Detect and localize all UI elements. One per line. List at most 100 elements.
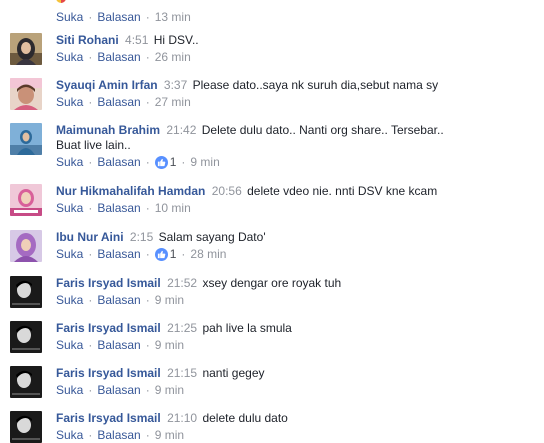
separator: · [145,95,150,109]
comment-timestamp[interactable]: 3:37 [164,78,187,92]
reply-link[interactable]: Balasan [97,10,140,24]
comment-item: Faris Irsyad Ismail 21:52 xsey dengar or… [0,276,544,312]
comment-text-continued: Buat live lain.. [56,138,131,152]
separator: · [181,247,186,261]
like-link[interactable]: Suka [56,95,83,110]
comment-author[interactable]: Faris Irsyad Ismail [56,276,161,290]
comment-item: Nur Hikmahalifah Hamdan 20:56 delete vde… [0,184,544,220]
separator: · [145,50,150,64]
comment-age: 10 min [154,201,191,215]
comment-meta-row: Suka · Balasan · 26 min [56,50,536,65]
comment-age: 9 min [154,293,185,307]
comment-text: Delete dulu dato.. Nanti org share.. Ter… [201,123,444,137]
comment-age: 9 min [154,338,185,352]
avatar[interactable] [10,184,42,216]
separator: · [88,155,93,169]
avatar[interactable] [10,230,42,262]
comment-text: pah live la smula [202,321,292,335]
like-link[interactable]: Suka [56,201,83,216]
comment-text: nanti gegey [202,366,265,380]
comment-item: Faris Irsyad Ismail 21:15 nanti gegey Su… [0,366,544,402]
comment-timestamp[interactable]: 21:42 [166,123,196,137]
comment-timestamp[interactable]: 21:15 [167,366,197,380]
avatar[interactable] [10,321,42,353]
reaction-count[interactable]: 1 [170,155,177,170]
reaction-count[interactable]: 1 [170,247,177,262]
separator: · [88,293,93,307]
comment-meta-row: Suka · Balasan · 9 min [56,383,536,398]
reply-link[interactable]: Balasan [97,95,140,110]
comment-meta-row: Suka · Balasan · 13 min [56,9,191,24]
comment-timestamp[interactable]: 21:25 [167,321,197,335]
avatar[interactable] [10,78,42,110]
avatar[interactable] [10,411,42,443]
comment-timestamp[interactable]: 20:56 [212,184,242,198]
reply-link[interactable]: Balasan [97,201,140,216]
comment-author[interactable]: Maimunah Brahim [56,123,160,137]
like-link[interactable]: Suka [56,10,83,24]
like-link[interactable]: Suka [56,428,83,443]
comment-text: xsey dengar ore royak tuh [202,276,342,290]
avatar[interactable] [10,33,42,65]
comment-age: 28 min [190,247,227,261]
separator: · [88,383,93,397]
comment-age: 9 min [190,155,220,169]
comment-author[interactable]: Faris Irsyad Ismail [56,411,161,425]
comment-author[interactable]: Ibu Nur Aini [56,230,124,244]
comment-timestamp[interactable]: 21:10 [167,411,197,425]
comment-author[interactable]: Faris Irsyad Ismail [56,366,161,380]
comment-item: Faris Irsyad Ismail 21:25 pah live la sm… [0,321,544,357]
reaction-icon-partial [56,0,66,3]
comment-timestamp[interactable]: 4:51 [125,33,148,47]
separator: · [88,428,93,442]
comment-text: Salam sayang Dato' [158,230,266,244]
comment-author[interactable]: Faris Irsyad Ismail [56,321,161,335]
separator: · [145,247,150,261]
comment-meta-row: Suka · Balasan · 9 min [56,293,536,308]
separator: · [181,155,186,169]
separator: · [145,338,150,352]
reply-link[interactable]: Balasan [97,428,140,443]
like-link[interactable]: Suka [56,155,83,170]
separator: · [88,9,93,24]
comment-age: 27 min [154,95,191,109]
comment-text: delete dulu dato [202,411,288,425]
avatar[interactable] [10,366,42,398]
like-link[interactable]: Suka [56,383,83,398]
thumbs-up-icon[interactable] [154,248,168,261]
avatar[interactable] [10,276,42,308]
reply-link[interactable]: Balasan [97,338,140,353]
comment-author[interactable]: Syauqi Amin Irfan [56,78,158,92]
separator: · [88,201,93,215]
separator: · [145,9,150,24]
comment-meta-row: Suka · Balasan · 10 min [56,201,536,216]
like-link[interactable]: Suka [56,50,83,65]
comment-age: 9 min [154,428,185,442]
reply-link[interactable]: Balasan [97,155,140,170]
like-link[interactable]: Suka [56,293,83,308]
comment-age: 9 min [154,383,185,397]
comment-item: Maimunah Brahim 21:42 Delete dulu dato..… [0,123,544,175]
comment-meta-row: Suka · Balasan · 27 min [56,95,536,110]
comment-item: Ibu Nur Aini 2:15 Salam sayang Dato' Suk… [0,230,544,266]
reply-link[interactable]: Balasan [97,293,140,308]
avatar[interactable] [10,123,42,155]
comment-meta-row: Suka · Balasan · 9 min [56,338,536,353]
comment-meta-row: Suka · Balasan · 1 · 9 min [56,155,536,170]
comment-item: Faris Irsyad Ismail 21:10 delete dulu da… [0,411,544,443]
comment-author[interactable]: Nur Hikmahalifah Hamdan [56,184,205,198]
like-link[interactable]: Suka [56,247,83,262]
separator: · [145,201,150,215]
thumbs-up-icon[interactable] [154,156,168,169]
reply-link[interactable]: Balasan [97,383,140,398]
comment-item: Siti Rohani 4:51 Hi DSV.. Suka · Balasan… [0,33,544,69]
reply-link[interactable]: Balasan [97,50,140,65]
separator: · [145,293,150,307]
comment-timestamp[interactable]: 2:15 [130,230,153,244]
separator: · [145,428,150,442]
like-link[interactable]: Suka [56,338,83,353]
separator: · [145,383,150,397]
comment-author[interactable]: Siti Rohani [56,33,119,47]
reply-link[interactable]: Balasan [97,247,140,262]
comment-timestamp[interactable]: 21:52 [167,276,197,290]
